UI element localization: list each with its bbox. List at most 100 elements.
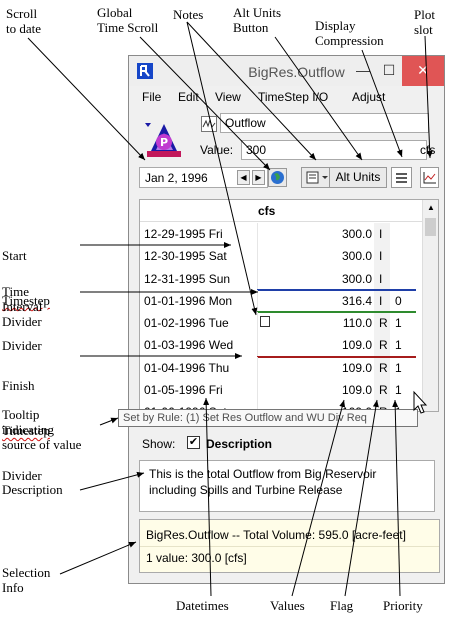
table-row[interactable]: 01-05-1996 Fri 109.0 R 1	[140, 379, 423, 402]
datetime-cell: 12-31-1995 Sun	[144, 271, 231, 286]
callout-tooltip: Tooltip indicating source of value	[2, 407, 82, 452]
table-row[interactable]: 01-01-1996 Mon 316.4 I 0	[140, 289, 423, 314]
flag-cell: R	[379, 360, 388, 375]
alt-units-button[interactable]: Alt Units	[329, 167, 387, 188]
units-label: cfs	[420, 143, 436, 157]
arrow-tooltip	[99, 417, 119, 426]
flag-cell: R	[379, 338, 388, 353]
arrow-selection-info	[59, 541, 137, 575]
slot-name-field[interactable]: Outflow	[220, 113, 429, 133]
callout-plot-slot: Plot slot	[414, 7, 435, 37]
datetime-cell: 12-30-1995 Sat	[144, 249, 227, 264]
minimize-button[interactable]: —	[350, 56, 376, 86]
table-row[interactable]: 01-03-1996 Wed 109.0 R 1	[140, 334, 423, 358]
date-forward-icon[interactable]: ▶	[252, 170, 265, 185]
selection-value-summary: 1 value: 300.0 [cfs]	[146, 551, 247, 565]
value-cell: 109.0	[341, 360, 372, 375]
table-row[interactable]: 01-04-1996 Thu 109.0 R 1	[140, 356, 423, 380]
scroll-up-icon[interactable]: ▲	[427, 203, 435, 212]
reservoir-object-icon: P	[145, 120, 183, 160]
datetime-cell: 12-29-1995 Fri	[144, 227, 223, 241]
slot-dialog-window: BigRes.Outflow — ☐ ✕ File Edit View Time…	[128, 55, 445, 584]
callout-priority: Priority	[383, 598, 423, 613]
value-cell: 300.0	[341, 249, 372, 264]
priority-cell: 1	[395, 360, 402, 375]
menu-view[interactable]: View	[215, 90, 241, 104]
column-header-units: cfs	[258, 204, 276, 218]
callout-global-time-scroll: Global Time Scroll	[97, 5, 159, 35]
menu-adjust[interactable]: Adjust	[352, 90, 385, 104]
display-compression-icon[interactable]	[391, 167, 412, 188]
datetime-cell: 01-01-1996 Mon	[144, 293, 233, 308]
selection-total-volume: BigRes.Outflow -- Total Volume: 595.0 [a…	[146, 528, 406, 542]
datetime-cell: 01-05-1996 Fri	[144, 383, 223, 398]
callout-datetimes: Datetimes	[176, 598, 229, 613]
selection-divider	[140, 546, 439, 547]
maximize-button[interactable]: ☐	[376, 56, 402, 86]
value-cell: 109.0	[341, 338, 372, 353]
table-rows: 12-29-1995 Fri 300.0 I 12-30-1995 Sat 300.0 I…	[140, 223, 423, 411]
show-label: Show:	[142, 437, 176, 451]
menu-edit[interactable]: Edit	[178, 90, 199, 104]
column-separator	[257, 223, 258, 246]
callout-description: Description	[2, 482, 63, 497]
date-back-icon[interactable]: ◀	[237, 170, 250, 185]
column-separator	[257, 379, 258, 402]
callout-selection-info: Selection Info	[2, 565, 51, 595]
datetime-cell: 01-02-1996 Tue	[144, 316, 229, 331]
value-cell: 300.0	[341, 227, 372, 241]
column-separator	[257, 312, 258, 335]
callout-flag: Flag	[330, 598, 354, 613]
menu-timestep-io[interactable]: TimeStep I/O	[258, 90, 328, 104]
vertical-scrollbar[interactable]: ▲	[422, 200, 438, 411]
scrollbar-thumb[interactable]	[425, 218, 436, 236]
value-input[interactable]: 300	[241, 140, 427, 160]
datetime-cell: 01-04-1996 Thu	[144, 360, 230, 375]
table-row[interactable]: 01-02-1996 Tue 110.0 R 1	[140, 312, 423, 335]
date-value: Jan 2, 1996	[145, 171, 208, 185]
description-toggle-label: Description	[206, 437, 273, 451]
note-indicator-icon[interactable]	[260, 316, 270, 328]
datetime-cell: 01-03-1996 Wed	[144, 338, 234, 353]
table-row[interactable]: 12-31-1995 Sun 300.0 I	[140, 267, 423, 291]
priority-cell: 1	[395, 316, 402, 331]
callout-time-interval-divider: Time Interval Divider	[2, 284, 43, 329]
svg-text:P: P	[160, 136, 168, 149]
value-cell: 316.4	[341, 293, 372, 308]
flag-cell: I	[379, 293, 383, 308]
flag-cell: I	[379, 227, 383, 241]
description-text[interactable]: This is the total Outflow from Big Reser…	[139, 460, 435, 512]
priority-cell: 0	[395, 293, 402, 308]
description-checkbox[interactable]: ✔	[187, 436, 200, 449]
selection-info-panel: BigRes.Outflow -- Total Volume: 595.0 [a…	[139, 519, 440, 573]
table-header: cfs	[140, 200, 423, 222]
title-bar[interactable]: BigRes.Outflow — ☐ ✕	[129, 56, 444, 86]
menu-file[interactable]: File	[142, 90, 161, 104]
callout-alt-units-button: Alt Units Button	[233, 5, 282, 35]
table-row[interactable]: 12-30-1995 Sat 300.0 I	[140, 245, 423, 268]
value-cell: 110.0	[342, 316, 372, 331]
flag-cell: I	[379, 249, 383, 264]
slot-type-icon	[201, 116, 217, 132]
value-cell: 109.0	[341, 383, 372, 398]
flag-cell: R	[379, 316, 388, 331]
timeseries-table: cfs 12-29-1995 Fri 300.0 I 12-30-1995 Sat 30…	[139, 199, 439, 412]
plot-slot-icon[interactable]	[420, 167, 439, 188]
column-separator	[257, 289, 258, 313]
flag-cell: R	[379, 383, 388, 398]
scroll-to-date-field[interactable]: Jan 2, 1996 ◀ ▶	[139, 167, 268, 188]
column-separator	[257, 334, 258, 357]
column-separator	[257, 245, 258, 268]
column-separator	[257, 356, 258, 380]
table-row[interactable]: 12-29-1995 Fri 300.0 I	[140, 223, 423, 246]
global-time-scroll-icon[interactable]	[268, 168, 287, 187]
value-cell: 300.0	[341, 271, 372, 286]
column-separator	[257, 267, 258, 290]
value-label: Value:	[200, 143, 234, 157]
priority-cell: 1	[395, 383, 402, 398]
close-button[interactable]: ✕	[402, 56, 444, 86]
source-tooltip: Set by Rule: (1) Set Res Outflow and WU …	[118, 409, 418, 427]
callout-scroll-to-date: Scroll to date	[6, 6, 42, 36]
callout-display-compression: Display Compression	[315, 18, 384, 48]
flag-cell: I	[379, 271, 383, 286]
